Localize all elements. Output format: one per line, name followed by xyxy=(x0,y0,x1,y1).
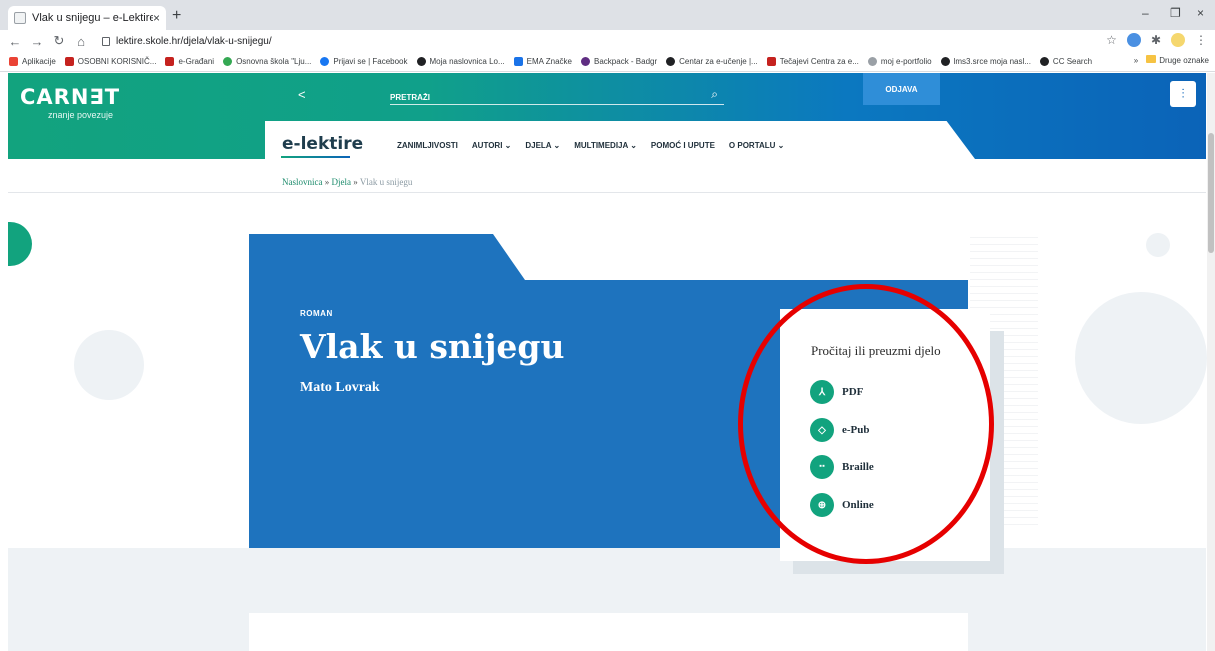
breadcrumb-separator: » xyxy=(324,177,330,187)
bookmarks-more-button[interactable]: » xyxy=(1134,56,1138,65)
nav-item-zanimljivosti[interactable]: ZANIMLJIVOSTI xyxy=(397,141,458,150)
puzzle-icon[interactable]: ✱ xyxy=(1151,33,1161,47)
book-genre: ROMAN xyxy=(300,309,333,318)
search-input[interactable] xyxy=(390,89,690,106)
bookmark-favicon-icon xyxy=(64,57,74,66)
bookmark-item[interactable]: moj e-portfolio xyxy=(867,57,932,66)
share-icon[interactable]: < xyxy=(298,87,306,102)
e-lektire-logo[interactable]: e-lektire xyxy=(282,134,363,154)
toolbar-extensions: ☆ ✱ ⋮ xyxy=(1106,33,1207,47)
decorative-circle xyxy=(74,330,144,400)
breadcrumb-current: Vlak u snijegu xyxy=(359,177,413,187)
bookmark-item[interactable]: Tečajevi Centra za e... xyxy=(766,57,859,66)
reload-icon[interactable]: ↻ xyxy=(52,33,66,49)
favicon-icon xyxy=(14,12,26,24)
carnet-logo[interactable]: CARN∃T xyxy=(20,85,120,109)
book-author[interactable]: Mato Lovrak xyxy=(300,380,380,396)
forward-arrow-icon[interactable]: → xyxy=(30,34,44,49)
folder-icon xyxy=(1146,55,1157,63)
bookmark-item[interactable]: Moja naslovnica Lo... xyxy=(416,57,505,66)
search-icon[interactable]: ⌕ xyxy=(711,87,718,102)
braille-icon: ⠒ xyxy=(810,455,834,479)
bookmark-favicon-icon xyxy=(666,57,676,66)
cc-icon xyxy=(1039,57,1049,66)
bookmarks-overflow: » Druge oznake xyxy=(1133,55,1209,65)
download-braille-button[interactable]: ⠒ Braille xyxy=(810,455,874,479)
maximize-button[interactable]: ❐ xyxy=(1170,6,1181,20)
breadcrumb: Naslovnica » Djela » Vlak u snijegu xyxy=(282,177,412,187)
minimize-button[interactable]: – xyxy=(1142,6,1149,20)
bookmark-item[interactable]: Centar za e-učenje |... xyxy=(666,57,758,66)
bookmark-item[interactable]: Aplikacije xyxy=(9,57,56,66)
download-pdf-button[interactable]: ⅄ PDF xyxy=(810,380,863,404)
nav-background xyxy=(265,121,975,159)
download-epub-button[interactable]: ◇ e-Pub xyxy=(810,418,870,442)
epub-icon: ◇ xyxy=(810,418,834,442)
nav-item-autori[interactable]: AUTORI ⌄ xyxy=(472,141,511,150)
star-icon[interactable]: ☆ xyxy=(1106,33,1117,47)
bookmarks-bar: Aplikacije OSOBNI KORISNIČ... e-Građani … xyxy=(0,52,1215,72)
bookmark-favicon-icon xyxy=(223,57,233,66)
logo-tagline: znanje povezuje xyxy=(48,110,114,120)
breadcrumb-separator: » xyxy=(353,177,358,187)
bookmark-item[interactable]: EMA Značke xyxy=(513,57,572,66)
browser-tab[interactable]: Vlak u snijegu – e-Lektire × xyxy=(8,6,166,30)
close-window-button[interactable]: × xyxy=(1197,6,1204,20)
nav-item-o-portalu[interactable]: O PORTALU ⌄ xyxy=(729,141,784,150)
decorative-circle xyxy=(1075,292,1207,424)
menu-kebab-icon[interactable]: ⋮ xyxy=(1195,33,1207,47)
extension-icon[interactable] xyxy=(1126,33,1141,47)
decorative-half-circle xyxy=(8,222,32,266)
apps-grid-icon xyxy=(9,57,18,66)
page-scrollbar[interactable] xyxy=(1207,73,1215,651)
tab-title: Vlak u snijegu – e-Lektire xyxy=(32,12,153,24)
book-title: Vlak u snijegu xyxy=(300,327,565,366)
other-bookmarks[interactable]: Druge oznake xyxy=(1146,55,1209,65)
read-card-title: Pročitaj ili preuzmi djelo xyxy=(811,343,941,358)
page-root: Vlak u snijegu – e-Lektire × + – ❐ × ← →… xyxy=(0,0,1215,651)
bookmark-item[interactable]: CC Search xyxy=(1039,57,1092,66)
breadcrumb-home[interactable]: Naslovnica xyxy=(282,177,323,187)
bookmark-favicon-icon xyxy=(867,57,877,66)
bookmark-favicon-icon xyxy=(513,57,523,66)
accessibility-settings-icon[interactable]: ⫶ xyxy=(1170,81,1196,107)
header-divider xyxy=(8,192,1206,193)
logo-underline xyxy=(281,156,350,158)
logout-button[interactable]: ODJAVA xyxy=(863,73,940,105)
main-nav: ZANIMLJIVOSTI AUTORI ⌄ DJELA ⌄ MULTIMEDI… xyxy=(397,141,784,150)
address-bar[interactable]: lektire.skole.hr/djela/vlak-u-snijegu/ xyxy=(102,36,272,47)
browser-toolbar: ← → ↻ ⌂ lektire.skole.hr/djela/vlak-u-sn… xyxy=(0,30,1215,52)
facebook-icon xyxy=(320,57,330,66)
search-box: ⌕ xyxy=(390,87,724,106)
globe-icon: ⊕ xyxy=(810,493,834,517)
bookmark-item[interactable]: lms3.srce moja nasl... xyxy=(940,57,1031,66)
decorative-circle xyxy=(1146,233,1170,257)
content-card xyxy=(249,613,968,651)
home-icon[interactable]: ⌂ xyxy=(74,34,88,49)
new-tab-button[interactable]: + xyxy=(172,7,181,25)
back-arrow-icon[interactable]: ← xyxy=(8,34,22,49)
bookmark-item[interactable]: Prijavi se | Facebook xyxy=(320,57,408,66)
bookmark-favicon-icon xyxy=(766,57,776,66)
read-online-button[interactable]: ⊕ Online xyxy=(810,493,874,517)
bookmark-item[interactable]: OSOBNI KORISNIČ... xyxy=(64,57,156,66)
bookmark-favicon-icon xyxy=(416,57,426,66)
bookmark-item[interactable]: e-Građani xyxy=(165,57,214,66)
bookmark-favicon-icon xyxy=(581,57,591,66)
lock-icon xyxy=(102,36,110,46)
nav-item-multimedija[interactable]: MULTIMEDIJA ⌄ xyxy=(574,141,637,150)
breadcrumb-section[interactable]: Djela xyxy=(332,177,352,187)
tab-close-icon[interactable]: × xyxy=(153,11,160,25)
nav-item-pomoc[interactable]: POMOĆ I UPUTE xyxy=(651,141,715,150)
nav-item-djela[interactable]: DJELA ⌄ xyxy=(525,141,560,150)
bookmark-favicon-icon xyxy=(165,57,175,66)
url-text: lektire.skole.hr/djela/vlak-u-snijegu/ xyxy=(116,35,272,47)
bookmark-item[interactable]: Backpack - Badgr xyxy=(581,57,657,66)
scrollbar-thumb[interactable] xyxy=(1208,133,1214,253)
browser-tabbar: Vlak u snijegu – e-Lektire × + – ❐ × xyxy=(0,0,1215,30)
bookmark-favicon-icon xyxy=(940,57,950,66)
profile-avatar[interactable] xyxy=(1171,33,1185,47)
pdf-icon: ⅄ xyxy=(810,380,834,404)
bookmark-item[interactable]: Osnovna škola "Lju... xyxy=(223,57,311,66)
